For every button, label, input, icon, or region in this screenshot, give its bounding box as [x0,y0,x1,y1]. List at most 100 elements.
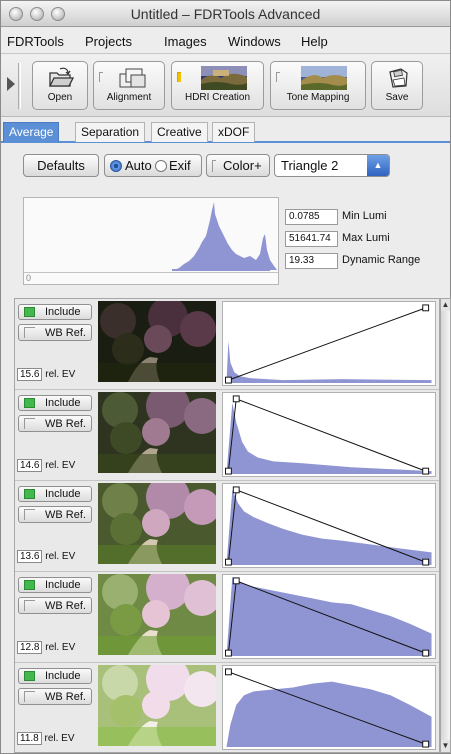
weighting-value: Triangle 2 [281,158,339,173]
hdri-creation-button[interactable]: HDRI Creation [171,61,264,110]
dynamic-range-field[interactable]: 19.33 [285,253,338,269]
include-toggle[interactable]: Include [18,486,92,502]
tone-mapping-button[interactable]: Tone Mapping [270,61,366,110]
menu-windows[interactable]: Windows [228,34,281,49]
auto-label[interactable]: Auto [125,158,152,173]
color-plus-toggle[interactable]: Color+ [206,154,270,177]
include-label: Include [45,670,81,682]
wb-ref-check [24,327,35,338]
ev-number[interactable]: 14.6 [17,459,43,472]
ev-number[interactable]: 12.8 [17,641,43,654]
dynamic-range-label: Dynamic Range [342,254,421,266]
wb-ref-label: WB Ref. [45,327,86,339]
max-lumi-field[interactable]: 51641.74 [285,231,338,247]
toolbar: Open Alignment HDRI Creation Tone Mappin… [1,55,450,117]
ev-number[interactable]: 11.8 [17,732,42,745]
wb-ref-toggle[interactable]: WB Ref. [18,506,92,523]
wb-ref-check [24,418,35,429]
averaging-options: Defaults Auto Exif Color+ Triangle 2 ▲ [1,151,450,183]
image-thumbnail[interactable] [98,392,216,473]
menu-projects[interactable]: Projects [85,34,132,49]
weighting-curve[interactable] [222,301,436,386]
include-toggle[interactable]: Include [18,304,92,320]
toolbar-handle [18,63,21,109]
ev-unit: rel. EV [45,460,76,471]
include-led [24,671,35,681]
ev-value: 12.8 rel. EV [17,641,75,654]
weighting-select[interactable]: Triangle 2 ▲ [274,154,390,177]
ev-value: 13.6 rel. EV [17,550,75,563]
ev-value: 15.6 rel. EV [17,368,75,381]
wb-ref-check [24,509,35,520]
ev-number[interactable]: 13.6 [17,550,43,563]
scroll-down-icon[interactable]: ▼ [441,740,450,752]
save-label: Save [385,92,409,103]
color-plus-check[interactable] [212,160,216,172]
include-toggle[interactable]: Include [18,668,92,684]
ev-number[interactable]: 15.6 [17,368,43,381]
exif-radio[interactable] [155,160,167,172]
image-thumbnail[interactable] [98,574,216,655]
wb-ref-toggle[interactable]: WB Ref. [18,597,92,614]
menu-fdrtools[interactable]: FDRTools [7,34,64,49]
weighting-curve[interactable] [222,483,436,568]
alignment-button[interactable]: Alignment [93,61,165,110]
app-window: Untitled – FDRTools Advanced FDRTools Pr… [0,0,451,754]
max-lumi-label: Max Lumi [342,232,390,244]
toolbar-expand-icon[interactable] [7,77,15,91]
include-toggle[interactable]: Include [18,577,92,593]
open-folder-icon [48,67,74,87]
ev-value: 14.6 rel. EV [17,459,75,472]
hdri-creation-check[interactable] [177,72,181,82]
combined-histogram: 0 [23,197,279,285]
hdri-landscape-icon [201,66,247,90]
include-label: Include [45,306,81,318]
title-bar[interactable]: Untitled – FDRTools Advanced [1,1,450,27]
min-lumi-field[interactable]: 0.0785 [285,209,338,225]
tab-average[interactable]: Average [3,122,60,142]
auto-radio[interactable] [110,160,122,172]
wb-ref-toggle[interactable]: WB Ref. [18,688,92,705]
weighting-curve[interactable] [222,665,436,750]
wb-ref-label: WB Ref. [45,600,86,612]
include-led [24,580,35,590]
exif-label[interactable]: Exif [169,158,191,173]
menu-bar: FDRTools Projects Images Windows Help [1,28,450,54]
weighting-curve[interactable] [222,574,436,659]
weighting-curve[interactable] [222,392,436,477]
tone-landscape-icon [301,66,347,90]
wb-ref-label: WB Ref. [45,418,86,430]
image-thumbnail[interactable] [98,483,216,564]
image-list-scrollbar[interactable]: ▲ ▼ [440,298,451,753]
image-row: Include WB Ref. 15.6 rel. EV [15,299,439,390]
scroll-up-icon[interactable]: ▲ [441,299,450,311]
calibration-radio-group: Auto Exif [104,154,202,177]
menu-help[interactable]: Help [301,34,328,49]
image-thumbnail[interactable] [98,665,216,746]
image-row: Include WB Ref. 11.8 rel. EV [15,663,439,752]
tab-separation[interactable]: Separation [75,122,146,142]
slider-range-bar[interactable] [172,269,270,271]
open-button[interactable]: Open [32,61,88,110]
save-button[interactable]: Save [371,61,423,110]
image-row: Include WB Ref. 13.6 rel. EV [15,481,439,572]
color-plus-label: Color+ [223,158,262,173]
wb-ref-toggle[interactable]: WB Ref. [18,324,92,341]
defaults-button[interactable]: Defaults [23,154,99,177]
alignment-check[interactable] [99,72,103,82]
histogram-range-slider[interactable]: 0 [24,269,278,284]
include-toggle[interactable]: Include [18,395,92,411]
slider-min-label: 0 [26,273,32,283]
tone-mapping-check[interactable] [276,72,280,82]
alignment-label: Alignment [106,92,152,103]
menu-images[interactable]: Images [164,34,207,49]
tab-xdof[interactable]: xDOF [212,122,256,142]
tab-creative[interactable]: Creative [151,122,208,142]
ev-unit: rel. EV [44,733,75,744]
open-label: Open [47,92,73,103]
image-thumbnail[interactable] [98,301,216,382]
wb-ref-toggle[interactable]: WB Ref. [18,415,92,432]
wb-ref-label: WB Ref. [45,691,86,703]
include-led [24,398,35,408]
save-disk-icon [389,68,408,88]
